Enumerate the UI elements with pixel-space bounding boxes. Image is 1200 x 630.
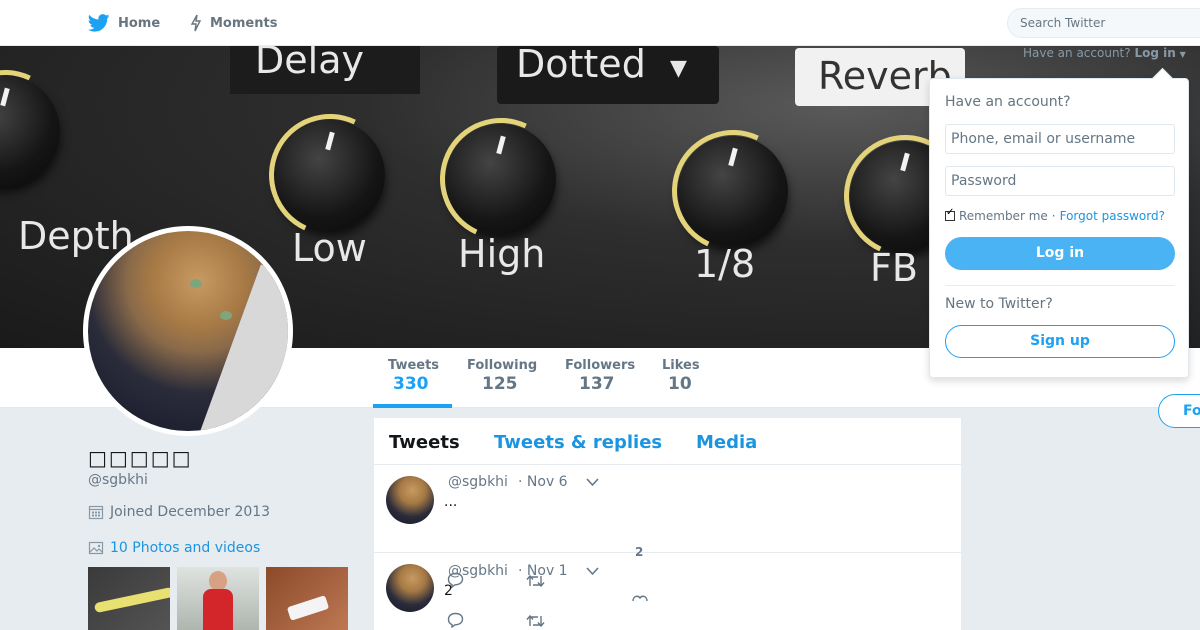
nav-home-label: Home bbox=[118, 15, 161, 31]
remember-label: Remember me bbox=[959, 209, 1048, 223]
divider bbox=[945, 285, 1175, 286]
remember-row: Remember me · Forgot password? bbox=[945, 207, 1165, 223]
retweet-icon[interactable] bbox=[526, 614, 545, 628]
timeline: Tweets Tweets & replies Media @sgbkhi · … bbox=[374, 418, 961, 630]
tweet-avatar[interactable] bbox=[386, 564, 434, 612]
dropdown-triangle-icon: ▼ bbox=[670, 56, 687, 81]
tweet-item[interactable]: @sgbkhi · Nov 1 2 bbox=[374, 553, 961, 630]
image-icon bbox=[88, 541, 104, 555]
nav-home[interactable]: Home bbox=[88, 0, 160, 46]
profile-name: □□□□□ bbox=[88, 446, 193, 470]
stat-label: Following bbox=[467, 358, 538, 373]
new-to-twitter-text: New to Twitter? bbox=[945, 296, 1053, 312]
media-thumbnail[interactable] bbox=[88, 567, 170, 630]
login-menu-toggle[interactable]: Have an account? Log in ▼ bbox=[1023, 46, 1186, 60]
tweet-text: ... bbox=[444, 494, 458, 510]
photo-label-high: High bbox=[458, 232, 546, 276]
person-head-shape bbox=[209, 571, 227, 591]
photo-label-fb: FB bbox=[870, 246, 918, 290]
plug-shape bbox=[286, 595, 330, 621]
active-tab-underline bbox=[373, 404, 452, 408]
stat-followers[interactable]: Followers 137 bbox=[565, 358, 635, 394]
forgot-password-link[interactable]: Forgot password? bbox=[1060, 209, 1165, 223]
tweet-handle[interactable]: @sgbkhi bbox=[448, 474, 508, 490]
top-navigation-bar: Home Moments Search Twitter bbox=[0, 0, 1200, 46]
twitter-bird-icon bbox=[88, 14, 110, 32]
chevron-down-icon[interactable] bbox=[586, 478, 599, 487]
timeline-tabs: Tweets Tweets & replies Media bbox=[374, 418, 961, 465]
knob-high bbox=[446, 124, 556, 234]
tab-tweets-replies[interactable]: Tweets & replies bbox=[494, 432, 662, 453]
stat-following[interactable]: Following 125 bbox=[467, 358, 537, 394]
media-thumbnail[interactable] bbox=[177, 567, 259, 630]
tweet-avatar[interactable] bbox=[386, 476, 434, 524]
password-field[interactable]: Password bbox=[945, 166, 1175, 196]
profile-joined-text: Joined December 2013 bbox=[110, 504, 271, 520]
separator-dot: · bbox=[1051, 209, 1056, 223]
reply-icon[interactable] bbox=[447, 612, 464, 628]
calendar-icon bbox=[88, 505, 104, 520]
profile-avatar[interactable] bbox=[83, 226, 293, 436]
photo-label-delay: Delay bbox=[255, 46, 364, 82]
stat-value: 330 bbox=[393, 374, 429, 394]
nav-moments-label: Moments bbox=[210, 15, 278, 31]
tweet-item[interactable]: @sgbkhi · Nov 6 ... 2 bbox=[374, 465, 961, 602]
stat-value: 125 bbox=[482, 374, 518, 394]
tweet-time[interactable]: · Nov 1 bbox=[518, 563, 568, 579]
tab-media[interactable]: Media bbox=[696, 432, 757, 453]
knob-eighth bbox=[678, 136, 788, 246]
chevron-down-icon[interactable] bbox=[586, 567, 599, 576]
have-account-text: Have an account? bbox=[1023, 46, 1131, 60]
knob-depth bbox=[0, 76, 60, 186]
profile-joined: Joined December 2013 bbox=[88, 504, 270, 520]
photos-and-videos-link[interactable]: 10 Photos and videos bbox=[88, 540, 260, 556]
person-shape bbox=[203, 589, 233, 630]
stat-label: Likes bbox=[662, 358, 700, 373]
tweet-handle[interactable]: @sgbkhi bbox=[448, 563, 508, 579]
avatar-cloth bbox=[199, 264, 288, 431]
avatar-eye bbox=[220, 311, 232, 320]
stat-value: 137 bbox=[579, 374, 615, 394]
photo-label-dotted: Dotted bbox=[516, 46, 646, 86]
login-button[interactable]: Log in bbox=[945, 237, 1175, 270]
tab-tweets[interactable]: Tweets bbox=[389, 432, 460, 453]
thermometer-shape bbox=[93, 586, 170, 614]
login-title: Have an account? bbox=[945, 94, 1071, 110]
tweet-time[interactable]: · Nov 6 bbox=[518, 474, 568, 490]
photo-label-low: Low bbox=[292, 226, 367, 270]
media-thumbnail[interactable] bbox=[266, 567, 348, 630]
lightning-icon bbox=[190, 14, 202, 32]
stat-label: Followers bbox=[565, 358, 636, 373]
stat-tweets[interactable]: Tweets 330 bbox=[388, 358, 439, 394]
stat-value: 10 bbox=[668, 374, 692, 394]
knob-low bbox=[275, 120, 385, 230]
caret-down-icon: ▼ bbox=[1179, 50, 1186, 59]
nav-moments[interactable]: Moments bbox=[190, 0, 277, 46]
profile-handle[interactable]: @sgbkhi bbox=[88, 472, 148, 488]
photos-and-videos-label: 10 Photos and videos bbox=[110, 540, 261, 556]
login-dropdown: Have an account? Phone, email or usernam… bbox=[929, 78, 1189, 378]
avatar-eye bbox=[190, 279, 202, 288]
username-field[interactable]: Phone, email or username bbox=[945, 124, 1175, 154]
login-menu-label: Log in bbox=[1134, 46, 1176, 60]
search-input[interactable]: Search Twitter bbox=[1007, 8, 1200, 38]
stat-likes[interactable]: Likes 10 bbox=[662, 358, 700, 394]
tweet-text: 2 bbox=[444, 583, 453, 599]
photo-label-eighth: 1/8 bbox=[694, 242, 756, 286]
signup-button[interactable]: Sign up bbox=[945, 325, 1175, 358]
remember-checkbox[interactable] bbox=[945, 207, 955, 221]
photo-label-depth: Depth bbox=[18, 214, 134, 258]
follow-button[interactable]: Fo bbox=[1158, 394, 1200, 428]
stat-label: Tweets bbox=[388, 358, 440, 373]
